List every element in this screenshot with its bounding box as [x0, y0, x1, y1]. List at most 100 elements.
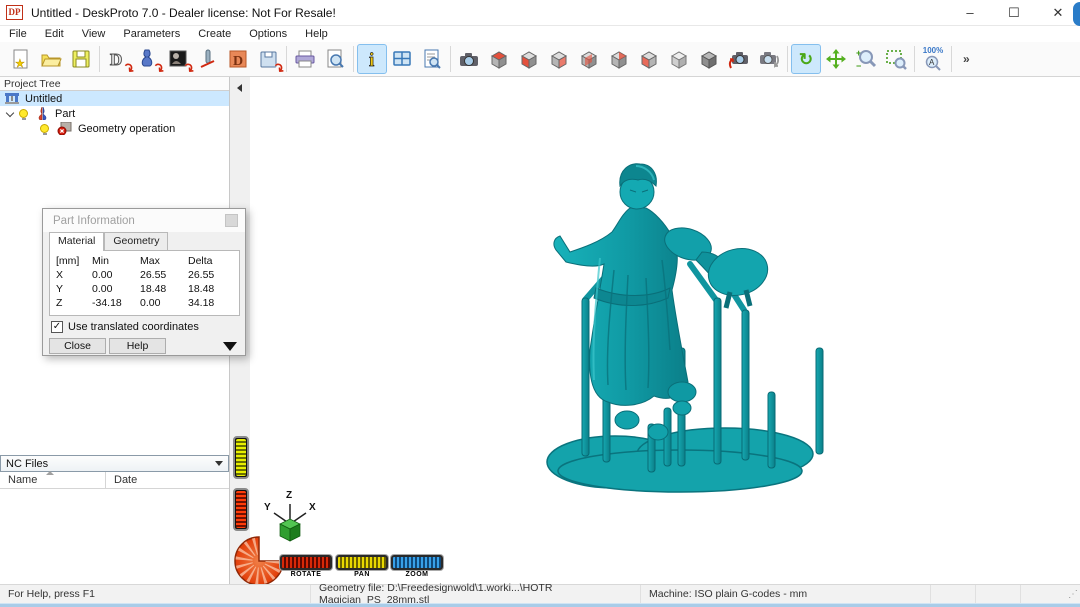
nc-files-list	[0, 489, 229, 583]
zoom-window-icon	[886, 50, 907, 70]
save-icon	[72, 50, 90, 68]
pan-mode-button[interactable]	[821, 44, 851, 74]
rotate-view-camera-button[interactable]	[724, 44, 754, 74]
status-geometry-file: Geometry file: D:\Freedesignwold\1.worki…	[310, 582, 640, 606]
print-preview-button[interactable]	[320, 44, 350, 74]
vertical-gauge-yellow[interactable]	[233, 436, 249, 479]
report-icon	[424, 49, 441, 69]
save-button[interactable]	[66, 44, 96, 74]
window-layout-button[interactable]	[387, 44, 417, 74]
zoom-mode-button[interactable]: + −	[851, 44, 881, 74]
wizard-cutter-icon	[200, 49, 215, 68]
pan-view-camera-button[interactable]	[754, 44, 784, 74]
viewport-3d[interactable]: ROTATE PAN ZOOM Z Y X	[234, 77, 1080, 585]
rotate-gauge[interactable]: ROTATE	[280, 555, 332, 578]
maximize-button[interactable]: ☐	[992, 0, 1036, 26]
view-back-button[interactable]	[574, 44, 604, 74]
x-min: 0.00	[92, 269, 113, 281]
wizard-part-button[interactable]: ↷	[133, 44, 168, 78]
pan-mode-icon	[826, 49, 846, 69]
svg-text:D: D	[110, 50, 122, 69]
close-dialog-button[interactable]: Close	[49, 338, 106, 354]
new-file-button[interactable]: ★	[6, 44, 36, 74]
view-perspective-button[interactable]	[694, 44, 724, 74]
zoom-window-button[interactable]	[881, 44, 911, 74]
menu-edit[interactable]: Edit	[36, 28, 73, 40]
toolbar-separator	[450, 46, 451, 72]
dialog-expand-icon[interactable]	[223, 342, 237, 351]
help-dialog-button[interactable]: Help	[109, 338, 166, 354]
collapse-panel-button[interactable]	[233, 81, 245, 95]
print-button[interactable]	[290, 44, 320, 74]
toolbar-overflow-button[interactable]: »	[963, 52, 970, 66]
menu-parameters[interactable]: Parameters	[114, 28, 189, 40]
view-iso-button[interactable]	[664, 44, 694, 74]
svg-text:D: D	[233, 54, 243, 69]
zoom-gauge-label: ZOOM	[405, 571, 429, 578]
view-right-cube-icon	[550, 51, 568, 69]
menu-view[interactable]: View	[73, 28, 115, 40]
open-button[interactable]	[36, 44, 66, 74]
toolbar-separator	[914, 46, 915, 72]
pan-gauge[interactable]: PAN	[336, 555, 388, 578]
model-magician[interactable]	[530, 140, 830, 510]
rotate-dial[interactable]	[232, 536, 286, 585]
view-corner-button[interactable]	[604, 44, 634, 74]
column-header-date[interactable]: Date	[105, 472, 229, 488]
checkbox-label: Use translated coordinates	[68, 321, 199, 333]
view-top-button[interactable]	[484, 44, 514, 74]
minimize-button[interactable]: –	[948, 0, 992, 26]
column-header-name[interactable]: Name	[0, 471, 105, 488]
report-button[interactable]	[417, 44, 447, 74]
wizard-ncfile-button[interactable]: ↷	[253, 44, 288, 78]
print-icon	[295, 50, 315, 68]
view-left-button[interactable]	[634, 44, 664, 74]
visibility-bulb-icon[interactable]	[40, 124, 49, 135]
rotate-camera-icon	[728, 52, 748, 69]
col-header-min: Min	[92, 255, 109, 267]
nc-files-dropdown[interactable]: NC Files	[0, 455, 229, 472]
tree-item-untitled[interactable]: Untitled	[0, 91, 229, 106]
vertical-gauge-red[interactable]	[233, 488, 249, 531]
info-button[interactable]: i	[357, 44, 387, 74]
tab-geometry[interactable]: Geometry	[104, 232, 169, 250]
pan-camera-icon	[760, 52, 780, 68]
resize-grip-icon[interactable]: ⋰	[1068, 589, 1080, 600]
wizard-deskproto-button[interactable]: D	[223, 44, 253, 74]
rotate-mode-icon: ↻	[798, 49, 814, 69]
chevron-down-icon[interactable]	[5, 108, 15, 117]
info-icon: i	[369, 50, 375, 70]
window-layout-icon	[393, 51, 411, 66]
menu-options[interactable]: Options	[240, 28, 296, 40]
status-cell-empty	[1020, 585, 1068, 603]
svg-text:A: A	[929, 58, 935, 67]
rotate-mode-button[interactable]: ↻	[791, 44, 821, 74]
collapse-panel-icon	[236, 84, 242, 92]
project-tree-header: Project Tree	[0, 77, 229, 91]
menu-help[interactable]: Help	[296, 28, 337, 40]
zoom-100-icon: A	[925, 55, 941, 71]
tree-item-geometry-operation[interactable]: Geometry operation	[0, 121, 229, 136]
zoom-gauge[interactable]: ZOOM	[391, 555, 443, 578]
visibility-bulb-icon[interactable]	[19, 109, 28, 120]
new-file-icon: ★	[13, 49, 28, 70]
view-front-button[interactable]	[514, 44, 544, 74]
wizard-bitmap-button[interactable]: ↷	[163, 44, 198, 78]
zoom-100-button[interactable]: 100% A	[918, 44, 948, 74]
menu-create[interactable]: Create	[189, 28, 240, 40]
wizard-geometry-button[interactable]: D ↷	[103, 44, 138, 78]
zoom-100-label: 100%	[922, 46, 944, 55]
app-logo-icon: DP	[6, 5, 23, 20]
part-information-dialog: Part Information Material Geometry [mm] …	[42, 208, 246, 356]
window-title: Untitled - DeskProto 7.0 - Dealer licens…	[31, 5, 336, 20]
view-left-cube-icon	[640, 51, 658, 69]
view-right-button[interactable]	[544, 44, 574, 74]
toolbar-separator	[787, 46, 788, 72]
menu-file[interactable]: File	[0, 28, 36, 40]
axis-x-label: X	[309, 502, 316, 513]
use-translated-coordinates-checkbox[interactable]: ✓	[51, 321, 63, 333]
snapshot-button[interactable]	[454, 44, 484, 74]
tree-item-part[interactable]: Part	[0, 106, 229, 121]
tab-material[interactable]: Material	[49, 232, 105, 251]
wizard-cutter-button[interactable]	[193, 44, 223, 74]
